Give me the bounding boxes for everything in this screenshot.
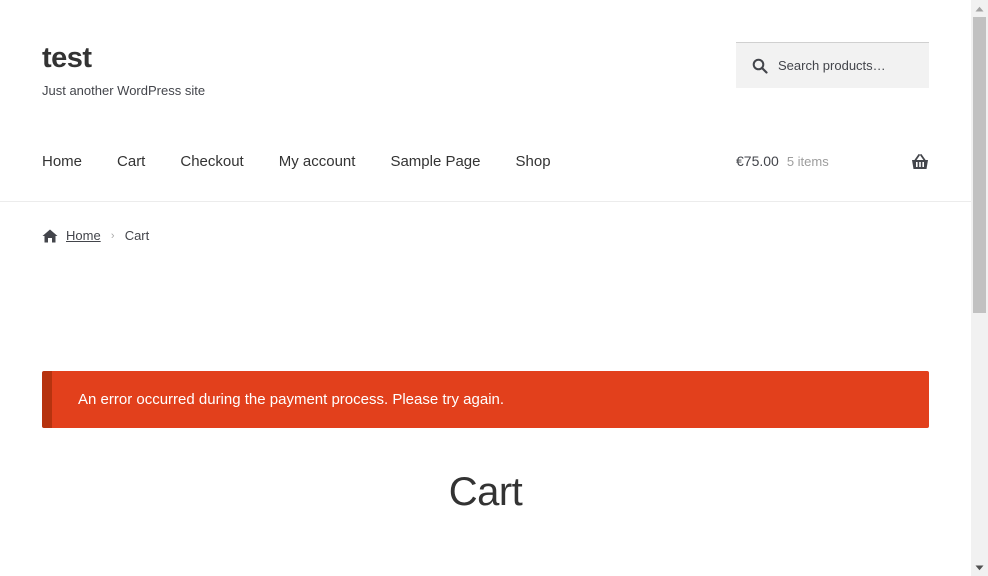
- error-message: An error occurred during the payment pro…: [78, 391, 505, 408]
- home-icon: [42, 229, 58, 242]
- search-input[interactable]: [778, 58, 918, 73]
- nav-item-cart[interactable]: Cart: [117, 153, 145, 170]
- nav-item-shop[interactable]: Shop: [516, 153, 551, 170]
- header-divider: [0, 201, 971, 202]
- cart-total: €75.00: [736, 153, 779, 169]
- site-title[interactable]: test: [42, 42, 92, 75]
- breadcrumb: Home › Cart: [42, 228, 149, 243]
- site-tagline: Just another WordPress site: [42, 83, 206, 98]
- cart-item-count: 5 items: [786, 153, 829, 169]
- header-cart-link[interactable]: €75.00 5 items: [736, 153, 929, 169]
- breadcrumb-home-link[interactable]: Home: [66, 228, 101, 243]
- error-notice: An error occurred during the payment pro…: [42, 371, 929, 428]
- page-title: Cart: [448, 470, 523, 514]
- breadcrumb-current: Cart: [124, 228, 150, 243]
- scroll-up-arrow-icon[interactable]: [971, 0, 988, 17]
- nav-item-sample-page[interactable]: Sample Page: [390, 153, 480, 170]
- nav-item-home[interactable]: Home: [42, 153, 82, 170]
- nav-item-my-account[interactable]: My account: [279, 153, 356, 170]
- page: test Just another WordPress site Home Ca…: [0, 0, 971, 576]
- search-icon: [752, 58, 768, 74]
- basket-icon: [912, 154, 928, 169]
- primary-nav: Home Cart Checkout My account Sample Pag…: [42, 153, 586, 170]
- scroll-down-arrow-icon[interactable]: [971, 559, 988, 576]
- nav-item-checkout[interactable]: Checkout: [180, 153, 243, 170]
- vertical-scrollbar[interactable]: [971, 0, 988, 576]
- scrollbar-thumb[interactable]: [973, 17, 986, 313]
- chevron-right-icon: ›: [110, 229, 115, 242]
- product-search[interactable]: [736, 42, 929, 88]
